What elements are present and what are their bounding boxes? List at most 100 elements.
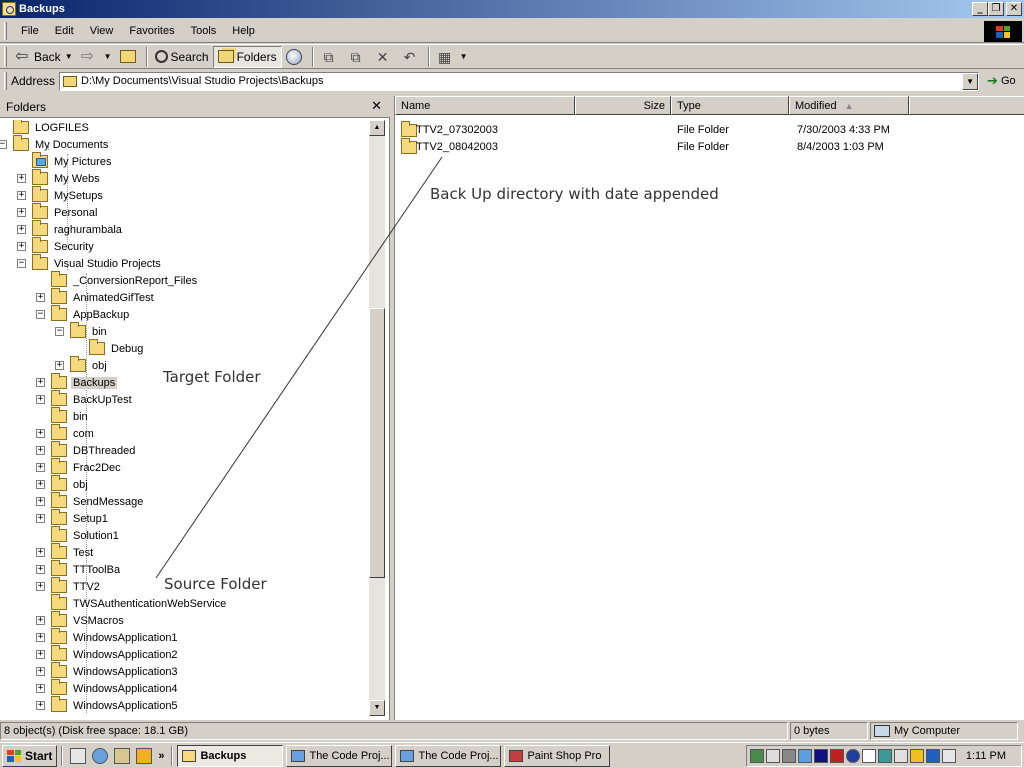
tray-app-icon[interactable] <box>926 749 940 763</box>
network-icon[interactable] <box>782 749 796 763</box>
show-desktop-icon[interactable] <box>70 747 87 764</box>
file-row[interactable]: TTV2_08042003 File Folder 8/4/2003 1:03 PM <box>395 138 1015 156</box>
tree-item-label[interactable]: WindowsApplication5 <box>71 700 180 712</box>
media-player-icon[interactable] <box>136 747 153 764</box>
expand-icon[interactable]: + <box>36 429 45 438</box>
tree-item-label[interactable]: bin <box>90 326 109 338</box>
up-button[interactable] <box>116 46 143 68</box>
tree-item[interactable]: + TTToolBa <box>36 560 122 578</box>
menu-help[interactable]: Help <box>224 25 263 37</box>
tree-item[interactable]: + TTV2 <box>36 577 102 595</box>
tree-item-label[interactable]: TTV2 <box>71 581 102 593</box>
tree-item-label[interactable]: SendMessage <box>71 496 145 508</box>
tree-item[interactable]: + obj <box>55 356 109 374</box>
tray-app-icon[interactable] <box>862 749 876 763</box>
tree-item[interactable]: − AppBackup <box>36 305 131 323</box>
expand-icon[interactable]: + <box>36 480 45 489</box>
scroll-thumb[interactable] <box>369 308 385 578</box>
address-value[interactable]: D:\My Documents\Visual Studio Projects\B… <box>81 75 324 87</box>
menu-favorites[interactable]: Favorites <box>121 25 182 37</box>
internet-explorer-icon[interactable] <box>92 747 109 764</box>
folders-button[interactable]: Folders <box>212 45 282 68</box>
tree-item[interactable]: LOGFILES <box>0 120 91 136</box>
tree-item[interactable]: − Visual Studio Projects <box>17 254 163 272</box>
tree-item[interactable]: + Personal <box>17 203 99 221</box>
tree-item[interactable]: + AnimatedGifTest <box>36 288 156 306</box>
forward-button[interactable]: ▼ <box>77 46 116 68</box>
tree-item-label[interactable]: Visual Studio Projects <box>52 258 163 270</box>
expand-icon[interactable]: + <box>55 361 64 370</box>
column-name-header[interactable]: Name <box>395 96 575 115</box>
start-button[interactable]: Start <box>2 744 58 767</box>
tree-item[interactable]: − bin <box>55 322 109 340</box>
tree-item-label[interactable]: My Pictures <box>52 156 113 168</box>
tray-app-icon[interactable] <box>750 749 764 763</box>
expand-icon[interactable]: + <box>36 548 45 557</box>
tree-item-label[interactable]: My Documents <box>33 139 110 151</box>
tree-item[interactable]: + My Webs <box>17 169 102 187</box>
folders-pane-close-icon[interactable]: ✕ <box>371 99 382 114</box>
expand-icon[interactable]: + <box>36 582 45 591</box>
forward-dropdown-icon[interactable]: ▼ <box>104 52 112 61</box>
tree-item[interactable]: + VSMacros <box>36 611 126 629</box>
explorer-app-icon[interactable] <box>2 2 16 16</box>
tray-app-icon[interactable] <box>942 749 956 763</box>
tree-item[interactable]: TWSAuthenticationWebService <box>36 594 228 612</box>
expand-icon[interactable]: + <box>36 378 45 387</box>
tree-item-label[interactable]: Test <box>71 547 95 559</box>
tree-item-label[interactable]: obj <box>90 360 109 372</box>
tray-app-icon[interactable] <box>878 749 892 763</box>
toolbar-grip[interactable] <box>4 46 7 67</box>
tree-item-label[interactable]: My Webs <box>52 173 102 185</box>
expand-icon[interactable]: + <box>36 395 45 404</box>
collapse-icon[interactable]: − <box>17 259 26 268</box>
tree-item-label[interactable]: WindowsApplication1 <box>71 632 180 644</box>
tree-item[interactable]: + WindowsApplication1 <box>36 628 180 646</box>
tree-item-label[interactable]: TTToolBa <box>71 564 122 576</box>
views-dropdown-icon[interactable]: ▼ <box>460 52 468 61</box>
tree-item-label[interactable]: AnimatedGifTest <box>71 292 156 304</box>
tray-app-icon[interactable] <box>814 749 828 763</box>
address-field[interactable]: D:\My Documents\Visual Studio Projects\B… <box>59 71 980 91</box>
folder-tree-scrollbar[interactable]: ▲ ▼ <box>369 120 385 716</box>
scroll-up-button[interactable]: ▲ <box>369 120 385 136</box>
delete-button[interactable]: ✕ <box>371 46 398 68</box>
menubar-grip[interactable] <box>4 22 7 40</box>
task-paint-shop-pro[interactable]: Paint Shop Pro <box>504 744 611 767</box>
expand-icon[interactable]: + <box>36 565 45 574</box>
tree-item-label[interactable]: WindowsApplication3 <box>71 666 180 678</box>
column-size-header[interactable]: Size <box>575 96 671 115</box>
tree-item[interactable]: + WindowsApplication5 <box>36 696 180 714</box>
tree-item-label[interactable]: TWSAuthenticationWebService <box>71 598 228 610</box>
tree-item[interactable]: + Setup1 <box>36 509 110 527</box>
task-backups[interactable]: Backups <box>177 744 284 767</box>
tree-item-label[interactable]: Setup1 <box>71 513 110 525</box>
tree-item[interactable]: − My Documents <box>0 135 110 153</box>
undo-button[interactable]: ↶ <box>398 46 425 68</box>
tree-item-label[interactable]: Backups <box>71 376 118 389</box>
expand-icon[interactable]: + <box>36 446 45 455</box>
tree-item[interactable]: My Pictures <box>17 152 113 170</box>
tree-item-label[interactable]: DBThreaded <box>71 445 137 457</box>
file-row[interactable]: TTV2_07302003 File Folder 7/30/2003 4:33 P… <box>395 121 1015 139</box>
history-button[interactable] <box>282 46 309 68</box>
expand-icon[interactable]: + <box>17 191 26 200</box>
tree-item-label[interactable]: VSMacros <box>71 615 126 627</box>
back-dropdown-icon[interactable]: ▼ <box>65 52 73 61</box>
column-type-header[interactable]: Type <box>671 96 789 115</box>
expand-icon[interactable]: + <box>36 684 45 693</box>
tray-app-icon[interactable] <box>830 749 844 763</box>
expand-icon[interactable]: + <box>36 463 45 472</box>
search-button[interactable]: Search <box>151 46 213 68</box>
expand-icon[interactable]: + <box>36 701 45 710</box>
address-grip[interactable] <box>4 72 7 90</box>
collapse-icon[interactable]: − <box>0 140 7 149</box>
tree-item[interactable]: + obj <box>36 475 90 493</box>
menu-tools[interactable]: Tools <box>183 25 225 37</box>
expand-icon[interactable]: + <box>36 514 45 523</box>
tree-item-label[interactable]: BackUpTest <box>71 394 134 406</box>
expand-icon[interactable]: + <box>17 174 26 183</box>
tree-item-label[interactable]: Frac2Dec <box>71 462 123 474</box>
expand-icon[interactable]: + <box>36 667 45 676</box>
copy-to-button[interactable]: ⧉ <box>344 46 371 68</box>
